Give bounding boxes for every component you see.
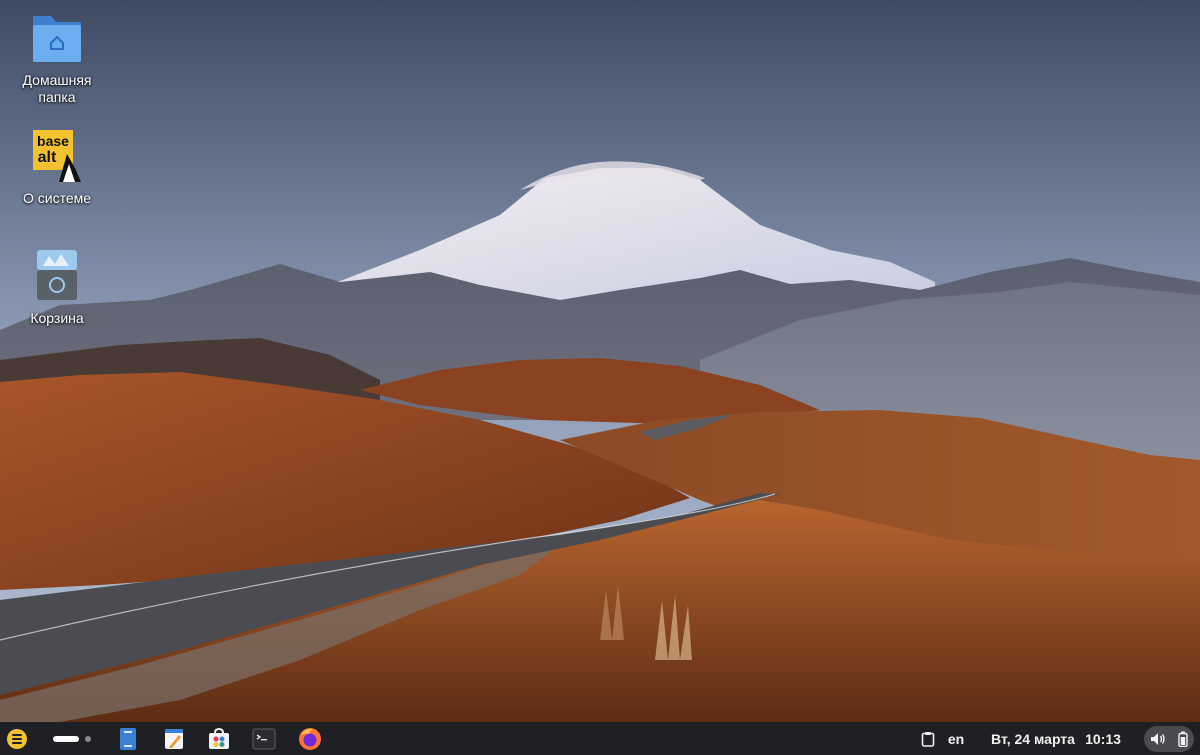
desktop-icon-label: О системе xyxy=(22,190,92,206)
system-status-button[interactable] xyxy=(1143,722,1195,755)
battery-icon xyxy=(1178,731,1188,747)
workspace-2-indicator[interactable] xyxy=(85,735,91,742)
desktop-icon-home-folder[interactable]: Домашняя папка xyxy=(7,10,107,106)
dock-file-manager[interactable] xyxy=(114,722,142,755)
dock-terminal[interactable] xyxy=(250,722,278,755)
app-store-icon xyxy=(209,727,229,749)
desktop-icon-label: Домашняя папка xyxy=(22,72,92,105)
workspace-1-indicator[interactable] xyxy=(53,735,79,742)
svg-text:base: base xyxy=(37,133,69,149)
desktop-icon-trash[interactable]: Корзина xyxy=(7,248,107,327)
firefox-icon xyxy=(299,727,321,750)
desktop-icon-about-system[interactable]: base alt О системе xyxy=(7,128,107,207)
dock-app-store[interactable] xyxy=(205,722,233,755)
basealt-logo-icon: base alt xyxy=(33,130,81,182)
time-display[interactable]: 10:13 xyxy=(1082,722,1124,755)
dock-text-editor[interactable] xyxy=(160,722,188,755)
keyboard-layout-indicator[interactable]: en xyxy=(944,722,968,755)
svg-text:alt: alt xyxy=(38,149,57,166)
dock-firefox[interactable] xyxy=(296,722,324,755)
home-folder-icon xyxy=(33,16,81,62)
taskbar: en Вт, 24 марта 10:13 xyxy=(0,722,1200,755)
desktop-icon-label: Корзина xyxy=(30,310,84,326)
desktop[interactable]: Домашняя папка base alt О системе Корзин… xyxy=(0,0,1200,722)
clipboard-button[interactable] xyxy=(918,722,938,755)
workspace-switcher[interactable] xyxy=(50,722,94,755)
file-manager-icon xyxy=(120,727,136,750)
clipboard-icon xyxy=(921,731,935,747)
volume-icon xyxy=(1151,732,1165,745)
terminal-icon xyxy=(252,728,276,749)
text-editor-icon xyxy=(165,728,183,749)
trash-icon xyxy=(37,250,77,300)
app-menu-button[interactable] xyxy=(5,722,29,755)
wallpaper-landscape xyxy=(0,0,1200,722)
date-display[interactable]: Вт, 24 марта xyxy=(986,722,1080,755)
app-menu-icon xyxy=(7,728,27,749)
